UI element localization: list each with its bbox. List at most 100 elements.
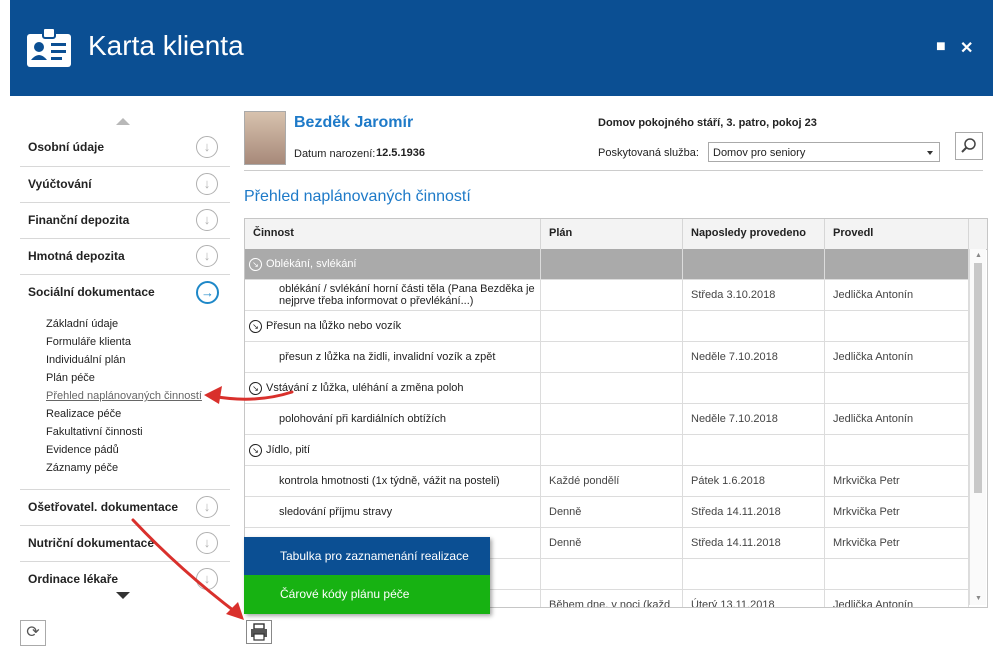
- expand-icon[interactable]: ↓: [196, 568, 218, 590]
- cell-text: polohování při kardiálních obtížích: [279, 413, 446, 425]
- scroll-up-icon[interactable]: ▲: [975, 252, 982, 259]
- sidebar-section-nutricni-dokumentace[interactable]: Nutriční dokumentace ↓: [20, 525, 230, 562]
- table-cell-activity: ↘ Jídlo, pití: [245, 435, 541, 465]
- table-cell-plan: Během dne, v noci (každ: [541, 590, 683, 608]
- sidebar-section-hmotna-depozita[interactable]: Hmotná depozita ↓: [20, 238, 230, 275]
- table-group-row[interactable]: ↘ Jídlo, pití: [245, 435, 969, 466]
- expand-icon[interactable]: ↓: [196, 245, 218, 267]
- table-cell-plan: [541, 559, 683, 589]
- table-cell-last: Středa 3.10.2018: [683, 280, 825, 310]
- scroll-up-icon[interactable]: [116, 118, 130, 125]
- section-title: Přehled naplánovaných činností: [244, 188, 471, 205]
- sidebar-subitem[interactable]: Základní údaje: [46, 318, 118, 330]
- sidebar-section-osetrovatel-dokumentace[interactable]: Ošetřovatel. dokumentace ↓: [20, 489, 230, 526]
- sidebar-subitem[interactable]: Plán péče: [46, 372, 95, 384]
- sidebar-section-financni-depozita[interactable]: Finanční depozita ↓: [20, 202, 230, 239]
- cell-text: Denně: [549, 506, 582, 518]
- arrow-right-icon[interactable]: →: [196, 281, 219, 304]
- table-row[interactable]: polohování při kardiálních obtížích Neděl…: [245, 404, 969, 435]
- refresh-button[interactable]: ⟳: [20, 620, 46, 646]
- collapse-group-icon[interactable]: ↘: [249, 443, 262, 457]
- table-group-row[interactable]: ↘ Vstávání z lůžka, uléhání a změna poloh: [245, 373, 969, 404]
- sidebar-section-label: Nutriční dokumentace: [28, 536, 155, 550]
- column-header-naposledy[interactable]: Naposledy provedeno: [683, 219, 825, 249]
- table-cell-plan: Denně: [541, 497, 683, 527]
- print-menu-item-realization-table[interactable]: Tabulka pro zaznamenání realizace: [244, 537, 490, 575]
- expand-icon[interactable]: ↓: [196, 496, 218, 518]
- scroll-down-icon[interactable]: [116, 592, 130, 599]
- expand-icon[interactable]: ↓: [196, 209, 218, 231]
- table-group-row[interactable]: ↘ Oblékání, svlékání: [245, 249, 969, 280]
- cell-text: Oblékání, svlékání: [266, 258, 357, 270]
- scroll-down-icon[interactable]: ▼: [975, 595, 982, 602]
- table-cell-by: Mrkvička Petr: [825, 466, 969, 496]
- maximize-icon[interactable]: ■: [936, 38, 946, 56]
- table-cell-plan: Denně: [541, 528, 683, 558]
- cell-text: Jedlička Antonín: [833, 413, 914, 425]
- table-row[interactable]: kontrola hmotnosti (1x týdně, vážit na p…: [245, 466, 969, 497]
- cell-text: sledování příjmu stravy: [279, 506, 393, 518]
- cell-text: Středa 14.11.2018: [691, 506, 781, 518]
- table-row[interactable]: přesun z lůžka na židli, invalidní vozík…: [245, 342, 969, 373]
- vertical-scrollbar[interactable]: ▲ ▼: [969, 249, 986, 605]
- sidebar-subitem[interactable]: Fakultativní činnosti: [46, 426, 143, 438]
- service-select-value: Domov pro seniory: [713, 147, 806, 159]
- dob-value: 12.5.1936: [376, 147, 425, 159]
- sidebar-section-socialni-dokumentace[interactable]: Sociální dokumentace →: [20, 274, 230, 311]
- collapse-group-icon[interactable]: ↘: [249, 319, 262, 333]
- cell-text: přesun z lůžka na židli, invalidní vozík…: [279, 351, 496, 363]
- print-menu-item-barcodes[interactable]: Čárové kódy plánu péče: [244, 575, 490, 614]
- table-cell-by: Jedlička Antonín: [825, 342, 969, 372]
- search-button[interactable]: [955, 132, 983, 160]
- table-cell-by: Mrkvička Petr: [825, 497, 969, 527]
- table-group-row[interactable]: ↘ Přesun na lůžko nebo vozík: [245, 311, 969, 342]
- cell-text: Neděle 7.10.2018: [691, 351, 778, 363]
- table-cell-by: [825, 559, 969, 589]
- cell-text: Mrkvička Petr: [833, 475, 900, 487]
- sidebar-section-label: Ošetřovatel. dokumentace: [28, 500, 179, 514]
- sidebar-section-osobni-udaje[interactable]: Osobní údaje ↓: [20, 130, 230, 166]
- column-header-provedl[interactable]: Provedl: [825, 219, 969, 249]
- print-menu: Tabulka pro zaznamenání realizace Čárové…: [244, 537, 490, 614]
- table-cell-by: Mrkvička Petr: [825, 528, 969, 558]
- sidebar-subitem[interactable]: Realizace péče: [46, 408, 121, 420]
- expand-icon[interactable]: ↓: [196, 173, 218, 195]
- scrollbar-thumb[interactable]: [974, 263, 982, 493]
- arrowhead: [226, 602, 244, 620]
- print-button[interactable]: [246, 620, 272, 644]
- collapse-group-icon[interactable]: ↘: [249, 257, 262, 271]
- table-cell-activity: polohování při kardiálních obtížích: [245, 404, 541, 434]
- cell-text: Denně: [549, 537, 582, 549]
- table-row[interactable]: oblékání / svlékání horní části těla (Pa…: [245, 280, 969, 311]
- table-cell-last: [683, 559, 825, 589]
- cell-text: Neděle 7.10.2018: [691, 413, 778, 425]
- sidebar-subitem[interactable]: Záznamy péče: [46, 462, 118, 474]
- table-cell-activity: sledování příjmu stravy: [245, 497, 541, 527]
- column-header-plan[interactable]: Plán: [541, 219, 683, 249]
- table-cell-by: [825, 311, 969, 341]
- table-cell-plan: [541, 311, 683, 341]
- sidebar-subitem[interactable]: Formuláře klienta: [46, 336, 131, 348]
- expand-icon[interactable]: ↓: [196, 136, 218, 158]
- expand-icon[interactable]: ↓: [196, 532, 218, 554]
- table-row[interactable]: sledování příjmu stravy Denně Středa 14.11…: [245, 497, 969, 528]
- table-cell-last: Úterý 13.11.2018: [683, 590, 825, 607]
- table-cell-by: Jedlička Antonín: [825, 280, 969, 310]
- cell-text: Během dne, v noci (každ: [549, 599, 671, 608]
- cell-text: Každé pondělí: [549, 475, 620, 487]
- service-select[interactable]: Domov pro seniory: [708, 142, 940, 162]
- client-location: Domov pokojného stáří, 3. patro, pokoj 2…: [598, 117, 817, 129]
- table-cell-plan: [541, 435, 683, 465]
- collapse-group-icon[interactable]: ↘: [249, 381, 262, 395]
- dob-label: Datum narození:: [294, 148, 376, 160]
- cell-text: Středa 14.11.2018: [691, 537, 781, 549]
- sidebar-subitem-selected[interactable]: Přehled naplánovaných činností: [46, 390, 202, 402]
- table-cell-last: [683, 373, 825, 403]
- cell-text: Mrkvička Petr: [833, 506, 900, 518]
- column-header-cinnost[interactable]: Činnost: [245, 219, 541, 249]
- close-icon[interactable]: ✕: [960, 38, 973, 58]
- sidebar-subitem[interactable]: Individuální plán: [46, 354, 126, 366]
- sidebar-section-vyuctovani[interactable]: Vyúčtování ↓: [20, 166, 230, 203]
- sidebar-subitem[interactable]: Evidence pádů: [46, 444, 119, 456]
- table-cell-activity: ↘ Oblékání, svlékání: [245, 249, 541, 279]
